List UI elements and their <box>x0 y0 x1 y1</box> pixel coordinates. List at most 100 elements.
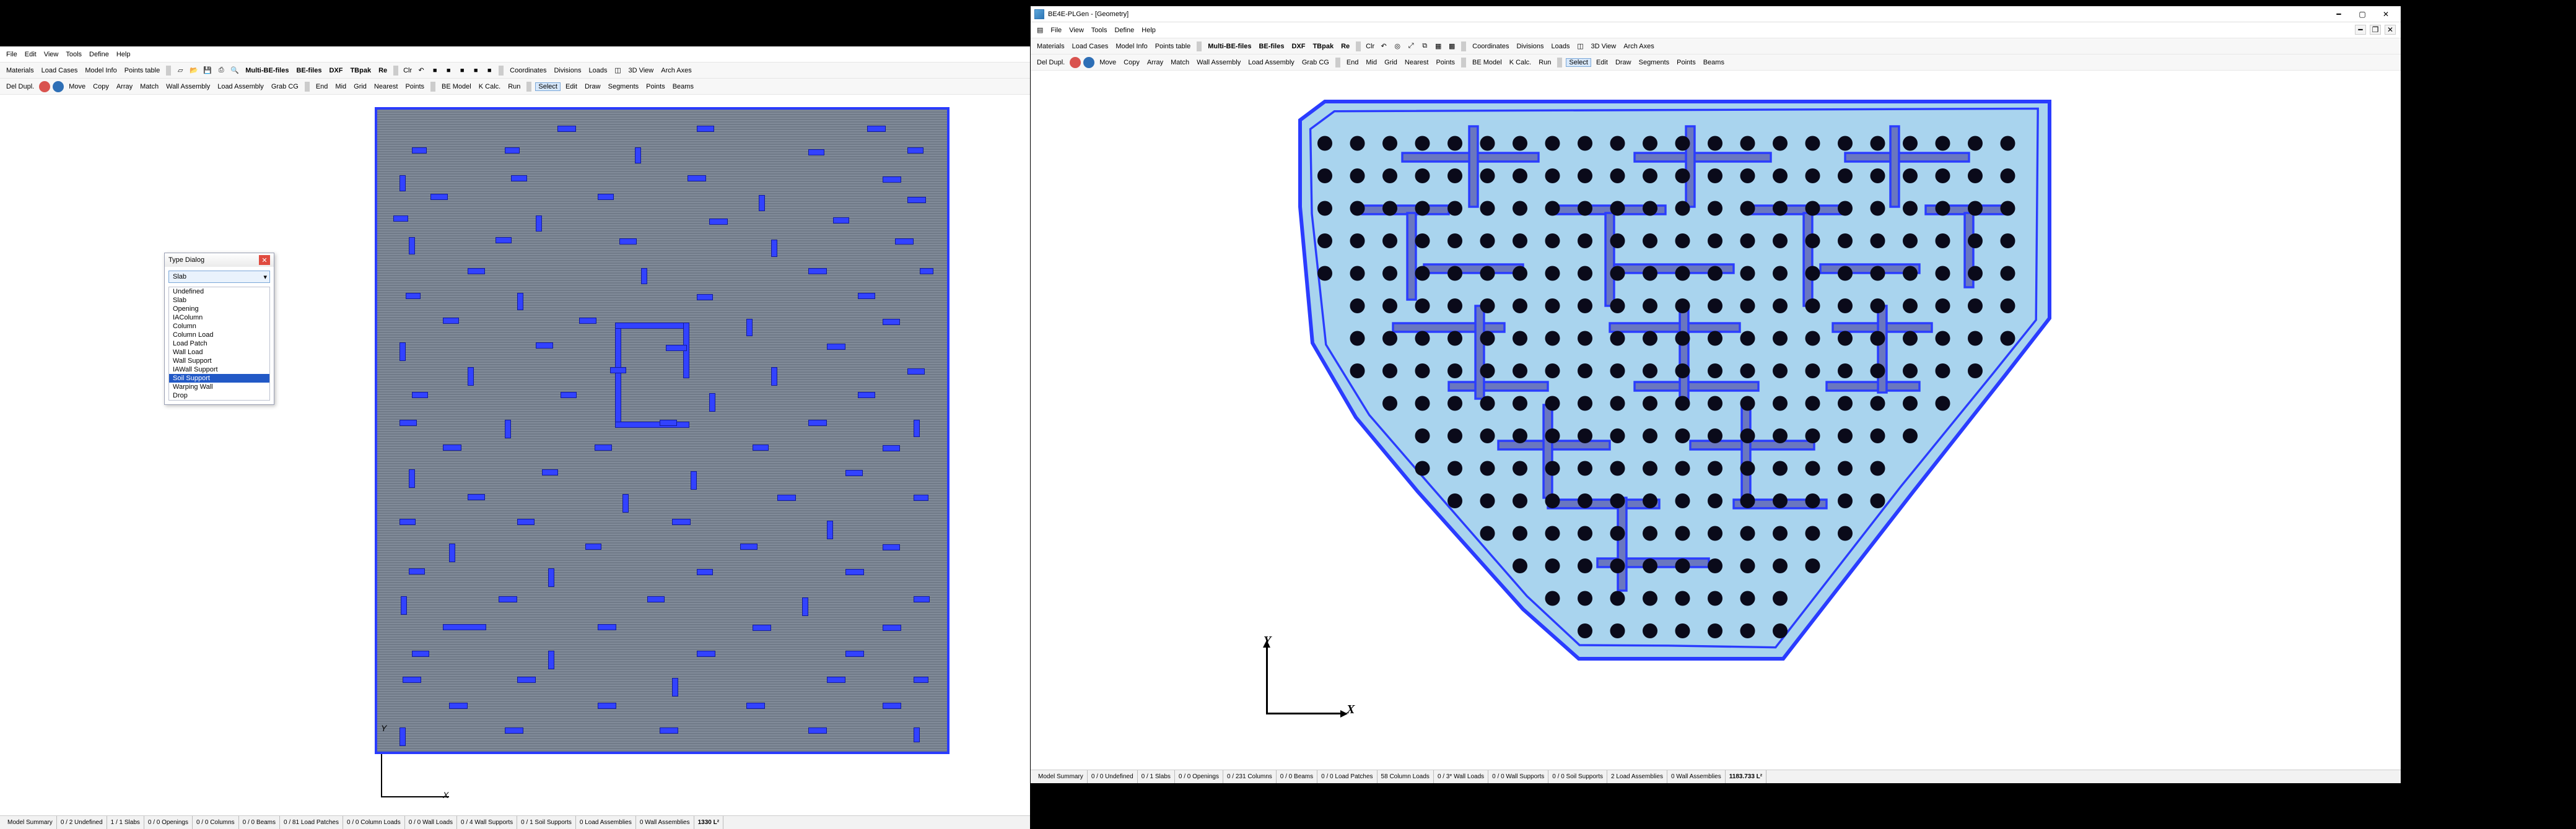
type-option[interactable]: IAColumn <box>169 313 269 322</box>
menu-help[interactable]: Help <box>114 51 133 58</box>
tool-arch-axes[interactable]: Arch Axes <box>1621 43 1657 50</box>
tool-multi-be-files[interactable]: Multi-BE-files <box>243 67 291 74</box>
cmd-array[interactable]: Array <box>114 83 135 90</box>
cmd-select[interactable]: Select <box>535 82 561 91</box>
cmd-load-assembly[interactable]: Load Assembly <box>1246 59 1297 66</box>
tool-3d-view[interactable]: 3D View <box>1588 43 1618 50</box>
cmd-del-dupl-[interactable]: Del Dupl. <box>1034 59 1067 66</box>
type-option[interactable]: Load Patch <box>169 339 269 348</box>
tool-coordinates[interactable]: Coordinates <box>1470 43 1511 50</box>
close-icon[interactable]: ✕ <box>2375 8 2397 20</box>
type-option[interactable]: Drop <box>169 391 269 400</box>
tool-loads[interactable]: Loads <box>586 67 609 74</box>
tool-be-files[interactable]: BE-files <box>1256 43 1286 50</box>
toolbar-glyph-4[interactable]: ⧉ <box>1419 41 1430 52</box>
cmd-points[interactable]: Points <box>403 83 427 90</box>
cmd-select[interactable]: Select <box>1566 58 1591 67</box>
tool-materials[interactable]: Materials <box>4 67 37 74</box>
cmd-nearest[interactable]: Nearest <box>1402 59 1431 66</box>
mdi-minimize-icon[interactable]: ━ <box>2355 25 2366 35</box>
tool-dxf[interactable]: DXF <box>1289 43 1308 50</box>
cmd-k-calc-[interactable]: K Calc. <box>476 83 503 90</box>
stop-icon[interactable] <box>1070 57 1081 68</box>
menu-file[interactable]: File <box>4 51 20 58</box>
new-icon[interactable]: ▱ <box>175 65 186 76</box>
cmd-wall-assembly[interactable]: Wall Assembly <box>164 83 212 90</box>
menu-tools[interactable]: Tools <box>1089 27 1110 34</box>
cmd-copy[interactable]: Copy <box>90 83 111 90</box>
tool-tbpak[interactable]: TBpak <box>1310 43 1336 50</box>
tool-re[interactable]: Re <box>376 67 390 74</box>
cmd-nearest[interactable]: Nearest <box>372 83 401 90</box>
menu-define[interactable]: Define <box>87 51 111 58</box>
cmd-beams[interactable]: Beams <box>670 83 696 90</box>
toolbar-glyph-3[interactable]: ⤢ <box>1405 41 1417 52</box>
cmd-move[interactable]: Move <box>1097 59 1119 66</box>
cmd-be-model[interactable]: BE Model <box>439 83 474 90</box>
toolbar-glyph-1[interactable]: ↶ <box>1378 41 1389 52</box>
cube-3d-icon[interactable]: ◫ <box>1574 41 1586 52</box>
cmd-grid[interactable]: Grid <box>351 83 369 90</box>
tool-3d-view[interactable]: 3D View <box>626 67 656 74</box>
cmd-grab-cg[interactable]: Grab CG <box>269 83 301 90</box>
cmd-end[interactable]: End <box>1344 59 1361 66</box>
close-icon[interactable]: ✕ <box>259 255 270 265</box>
toolbar-glyph-3[interactable]: ■ <box>443 65 454 76</box>
cmd-edit[interactable]: Edit <box>563 83 580 90</box>
cmd-edit[interactable]: Edit <box>1594 59 1610 66</box>
tool-materials[interactable]: Materials <box>1034 43 1067 50</box>
cmd-grid[interactable]: Grid <box>1382 59 1400 66</box>
cmd-be-model[interactable]: BE Model <box>1470 59 1504 66</box>
toolbar-glyph-6[interactable]: ■ <box>484 65 495 76</box>
cmd-match[interactable]: Match <box>138 83 161 90</box>
mdi-close-icon[interactable]: ✕ <box>2385 25 2396 35</box>
tool-load-cases[interactable]: Load Cases <box>39 67 81 74</box>
save-icon[interactable]: 💾 <box>202 65 213 76</box>
maximize-icon[interactable]: ▢ <box>2351 8 2373 20</box>
menu-view[interactable]: View <box>41 51 61 58</box>
type-option[interactable]: Wall Load <box>169 348 269 357</box>
magnify-icon[interactable]: 🔍 <box>229 65 240 76</box>
cmd-copy[interactable]: Copy <box>1121 59 1142 66</box>
minimize-icon[interactable]: ━ <box>2328 8 2350 20</box>
cmd-grab-cg[interactable]: Grab CG <box>1299 59 1332 66</box>
info-icon[interactable] <box>53 81 64 92</box>
tool-arch-axes[interactable]: Arch Axes <box>658 67 694 74</box>
toolbar-glyph-5[interactable]: ■ <box>470 65 481 76</box>
open-icon[interactable]: 📂 <box>188 65 199 76</box>
tool-divisions[interactable]: Divisions <box>551 67 583 74</box>
toolbar-glyph-2[interactable]: ◎ <box>1392 41 1403 52</box>
drawing-canvas[interactable]: X Y <box>1031 71 2401 770</box>
cmd-load-assembly[interactable]: Load Assembly <box>215 83 266 90</box>
type-option[interactable]: Slab <box>169 296 269 305</box>
cmd-points[interactable]: Points <box>1674 59 1698 66</box>
menu-help[interactable]: Help <box>1139 27 1158 34</box>
menu-view[interactable]: View <box>1067 27 1086 34</box>
type-option[interactable]: Column <box>169 322 269 331</box>
cmd-end[interactable]: End <box>313 83 331 90</box>
cmd-draw[interactable]: Draw <box>1613 59 1634 66</box>
type-option[interactable]: Column Load <box>169 331 269 339</box>
type-option-list[interactable]: UndefinedSlabOpeningIAColumnColumnColumn… <box>168 287 270 401</box>
type-option[interactable]: Opening <box>169 305 269 313</box>
cube-3d-icon[interactable]: ◫ <box>612 65 623 76</box>
cmd-match[interactable]: Match <box>1168 59 1192 66</box>
tool-divisions[interactable]: Divisions <box>1514 43 1546 50</box>
mdi-restore-icon[interactable]: ❐ <box>2370 25 2381 35</box>
menu-edit[interactable]: Edit <box>22 51 39 58</box>
cmd-array[interactable]: Array <box>1145 59 1166 66</box>
tool-points-table[interactable]: Points table <box>1153 43 1193 50</box>
print-icon[interactable]: ⎙ <box>216 65 227 76</box>
cmd-wall-assembly[interactable]: Wall Assembly <box>1194 59 1243 66</box>
cmd-beams[interactable]: Beams <box>1701 59 1727 66</box>
tool-dxf[interactable]: DXF <box>326 67 345 74</box>
dialog-title-bar[interactable]: Type Dialog ✕ <box>165 253 274 267</box>
drawing-canvas[interactable]: X Y Type Dialog ✕ Slab UndefinedSlabOpen… <box>0 95 1030 815</box>
cmd-move[interactable]: Move <box>66 83 88 90</box>
cmd-mid[interactable]: Mid <box>333 83 349 90</box>
type-option[interactable]: Undefined <box>169 287 269 296</box>
info-icon[interactable] <box>1083 57 1094 68</box>
cmd-draw[interactable]: Draw <box>582 83 603 90</box>
toolbar-glyph-0[interactable]: Clr <box>402 65 413 76</box>
menu-tools[interactable]: Tools <box>63 51 84 58</box>
